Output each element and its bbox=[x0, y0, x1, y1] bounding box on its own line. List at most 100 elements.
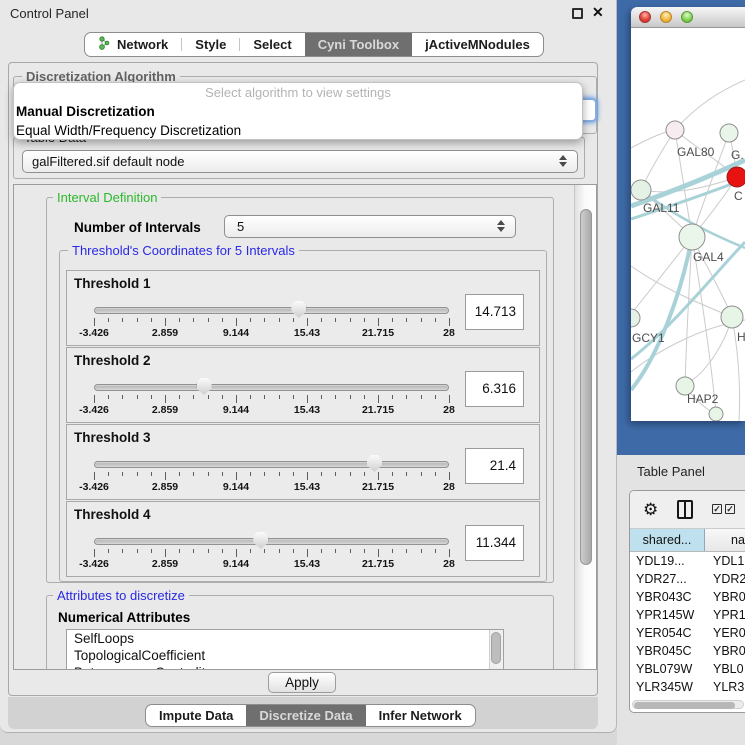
interval-definition-legend: Interval Definition bbox=[53, 190, 161, 205]
table-row[interactable]: YER054CYER0 bbox=[630, 624, 745, 642]
tab-jactivemnodules[interactable]: jActiveMNodules bbox=[412, 33, 543, 56]
number-of-intervals-combobox[interactable]: 5 bbox=[224, 215, 516, 238]
threshold-4-slider-track[interactable] bbox=[94, 538, 449, 545]
tab-impute-data[interactable]: Impute Data bbox=[146, 705, 246, 726]
table-data-combobox[interactable]: galFiltered.sif default node bbox=[22, 150, 578, 173]
list-scrollbar-track[interactable] bbox=[489, 630, 503, 670]
node-top-right bbox=[720, 124, 738, 142]
network-node-label: GAL80 bbox=[677, 145, 715, 159]
network-node-label: HAP2 bbox=[687, 392, 719, 406]
tab-network[interactable]: Network bbox=[85, 33, 181, 56]
checkbox-icon[interactable]: ✓ bbox=[712, 504, 722, 514]
threshold-2-panel: Threshold 2 -3.4262.8599.14415.4321.7152… bbox=[66, 347, 540, 423]
numerical-attributes-list[interactable]: SelfLoopsTopologicalCoefficientBetweenne… bbox=[66, 629, 504, 670]
bottom-tabbar: Impute Data Discretize Data Infer Networ… bbox=[145, 704, 476, 727]
node-gcy1 bbox=[631, 309, 640, 327]
slider-tick-label: -3.426 bbox=[79, 327, 109, 339]
float-window-icon[interactable] bbox=[572, 8, 583, 19]
checkbox-icon[interactable]: ✓ bbox=[725, 504, 735, 514]
network-node-label: GCY1 bbox=[632, 331, 665, 345]
table-row[interactable]: YBR045CYBR0 bbox=[630, 642, 745, 660]
table-hscrollbar-thumb[interactable] bbox=[634, 702, 735, 709]
stepper-arrows-icon bbox=[559, 155, 568, 167]
network-node-label: C bbox=[734, 189, 743, 203]
tab-select[interactable]: Select bbox=[240, 33, 304, 56]
slider-tick-label: 15.43 bbox=[294, 404, 320, 416]
network-graph: GAL80G.GAL11CGAL4GCY1HHAP2 bbox=[631, 28, 745, 421]
slider-tick-label: 28 bbox=[443, 327, 455, 339]
slider-tick-labels: -3.4262.8599.14415.4321.71528 bbox=[94, 481, 450, 493]
apply-button[interactable]: Apply bbox=[268, 672, 336, 693]
threshold-3-slider-thumb[interactable] bbox=[367, 455, 382, 472]
table-row[interactable]: YDL19...YDL1 bbox=[630, 552, 745, 570]
algorithm-option-equal-width[interactable]: Equal Width/Frequency Discretization bbox=[14, 121, 582, 140]
threshold-3-panel: Threshold 3 -3.4262.8599.14415.4321.7152… bbox=[66, 424, 540, 500]
network-node-label: H bbox=[737, 330, 745, 344]
threshold-coordinates-fieldset: Threshold's Coordinates for 5 Intervals … bbox=[59, 250, 547, 582]
node-selected-red bbox=[727, 167, 745, 187]
node-table-window: ⚙ ✓ ✓ shared... na YDL19...YDL1YDR27...Y… bbox=[629, 490, 745, 713]
threshold-2-slider-track[interactable] bbox=[94, 384, 449, 391]
settings-scrollbar-thumb[interactable] bbox=[580, 209, 592, 565]
algorithm-hint-item[interactable]: Select algorithm to view settings bbox=[14, 83, 582, 102]
gear-icon[interactable]: ⚙ bbox=[643, 500, 658, 520]
list-scrollbar-thumb[interactable] bbox=[491, 632, 501, 664]
table-row[interactable]: YBR043CYBR0 bbox=[630, 588, 745, 606]
threshold-1-slider-thumb[interactable] bbox=[291, 301, 306, 318]
table-row[interactable]: YDR27...YDR2 bbox=[630, 570, 745, 588]
network-window-titlebar[interactable] bbox=[631, 7, 745, 28]
close-traffic-light-icon[interactable] bbox=[639, 11, 651, 23]
threshold-2-slider-thumb[interactable] bbox=[197, 378, 212, 395]
threshold-1-label: Threshold 1 bbox=[74, 276, 151, 291]
columns-icon[interactable] bbox=[677, 500, 693, 519]
threshold-3-slider-track[interactable] bbox=[94, 461, 449, 468]
slider-tick-label: 21.715 bbox=[362, 404, 394, 416]
algorithm-option-manual[interactable]: Manual Discretization bbox=[14, 102, 582, 121]
slider-tick-label: 28 bbox=[443, 404, 455, 416]
table-row[interactable]: YLR345WYLR3 bbox=[630, 678, 745, 696]
interval-definition-fieldset: Interval Definition Number of Intervals … bbox=[46, 197, 554, 583]
attribute-list-item[interactable]: SelfLoops bbox=[67, 630, 503, 647]
threshold-4-value-field[interactable]: 11.344 bbox=[465, 525, 524, 561]
slider-tick-label: 15.43 bbox=[294, 558, 320, 570]
threshold-4-slider-thumb[interactable] bbox=[253, 532, 268, 549]
threshold-1-slider-track[interactable] bbox=[94, 307, 449, 314]
slider-tick-labels: -3.4262.8599.14415.4321.71528 bbox=[94, 404, 450, 416]
table-panel-title: Table Panel bbox=[637, 464, 705, 479]
network-canvas[interactable]: GAL80G.GAL11CGAL4GCY1HHAP2 bbox=[631, 28, 745, 421]
node-gal4 bbox=[679, 224, 705, 250]
settings-scrollbar-track[interactable] bbox=[574, 185, 597, 669]
tab-style[interactable]: Style bbox=[182, 33, 239, 56]
threshold-2-value-field[interactable]: 6.316 bbox=[465, 371, 524, 407]
column-header-shared-name[interactable]: shared... bbox=[630, 529, 705, 551]
tab-infer-network[interactable]: Infer Network bbox=[366, 705, 475, 726]
threshold-1-value-field[interactable]: 14.713 bbox=[465, 294, 524, 330]
slider-tick-label: 21.715 bbox=[362, 327, 394, 339]
minimize-traffic-light-icon[interactable] bbox=[660, 11, 672, 23]
slider-ticks bbox=[94, 472, 450, 480]
threshold-coordinates-legend: Threshold's Coordinates for 5 Intervals bbox=[68, 243, 299, 258]
table-row[interactable]: YBL079WYBL0 bbox=[630, 660, 745, 678]
attribute-list-item[interactable]: TopologicalCoefficient bbox=[67, 647, 503, 664]
table-row[interactable]: YPR145WYPR1 bbox=[630, 606, 745, 624]
number-of-intervals-value: 5 bbox=[225, 216, 515, 237]
threshold-4-panel: Threshold 4 -3.4262.8599.14415.4321.7152… bbox=[66, 501, 540, 577]
slider-tick-label: 9.144 bbox=[223, 481, 249, 493]
threshold-3-value-field[interactable]: 21.4 bbox=[465, 448, 524, 484]
table-hscrollbar-track[interactable] bbox=[632, 700, 744, 709]
slider-ticks bbox=[94, 395, 450, 403]
threshold-4-label: Threshold 4 bbox=[74, 507, 151, 522]
slider-tick-labels: -3.4262.8599.14415.4321.71528 bbox=[94, 327, 450, 339]
tab-discretize-data[interactable]: Discretize Data bbox=[246, 705, 365, 726]
network-icon bbox=[98, 36, 111, 53]
top-tabbar: Network Style Select Cyni Toolbox jActiv… bbox=[84, 32, 544, 57]
zoom-traffic-light-icon[interactable] bbox=[681, 11, 693, 23]
table-header-row: shared... na bbox=[630, 529, 745, 552]
tab-cyni-toolbox[interactable]: Cyni Toolbox bbox=[305, 33, 412, 56]
close-icon[interactable]: ✕ bbox=[592, 4, 604, 21]
slider-tick-label: -3.426 bbox=[79, 558, 109, 570]
attributes-fieldset: Attributes to discretize Numerical Attri… bbox=[46, 595, 554, 670]
column-header-name[interactable]: na bbox=[705, 529, 745, 551]
table-body: YDL19...YDL1YDR27...YDR2YBR043CYBR0YPR14… bbox=[630, 552, 745, 700]
attribute-list-item[interactable]: BetweennessCentrality bbox=[67, 664, 503, 670]
